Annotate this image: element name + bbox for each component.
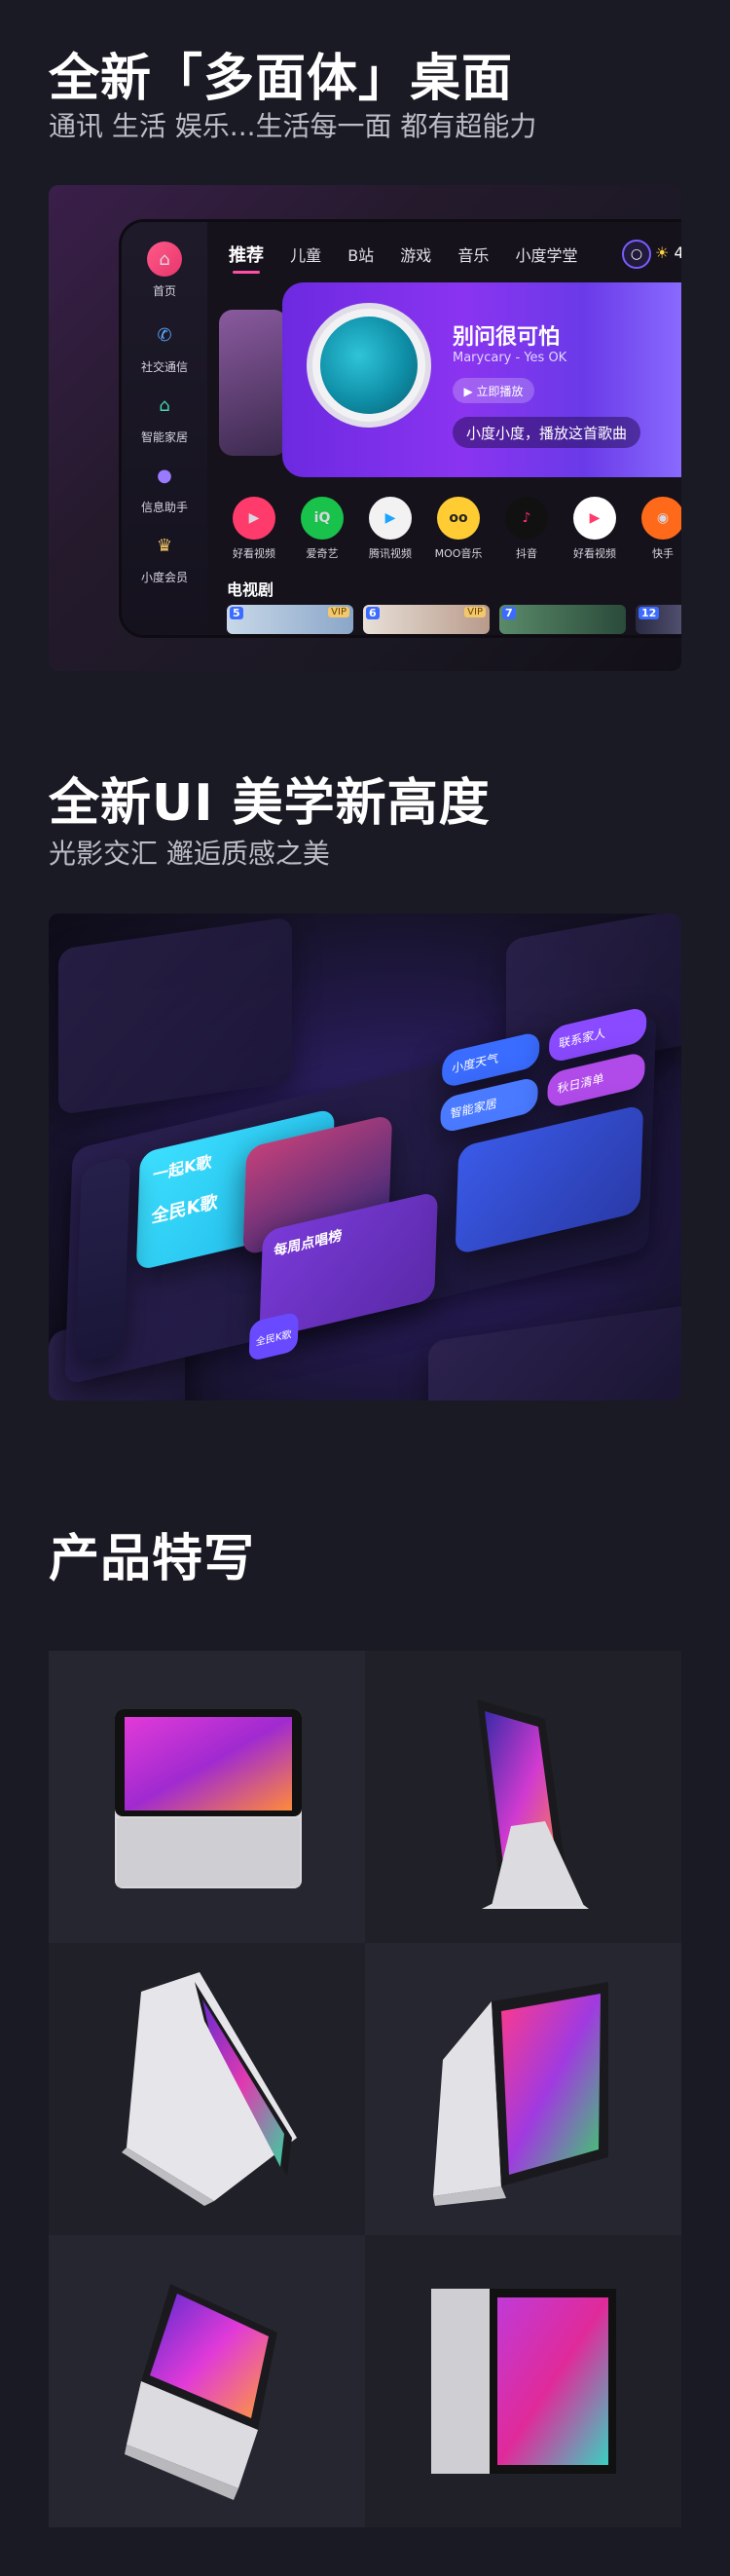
moo-icon: oo: [437, 497, 480, 540]
thumb-number: 12: [639, 607, 660, 619]
crown-icon: ♛: [156, 535, 173, 556]
kuaishou-icon: ◉: [641, 497, 681, 540]
app-haokan-2[interactable]: ▶ 好看视频: [560, 497, 630, 561]
quick-label: 智能家居: [450, 1096, 497, 1121]
vip-badge: VIP: [464, 607, 486, 617]
app-label: MOO音乐: [434, 547, 483, 560]
song-title: 别问很可怕: [453, 325, 561, 350]
phone-icon: ✆: [157, 324, 172, 346]
ui-showcase-panel: 20:30 一起K歌 全民K歌 每周点唱榜 小度天气 联系家人 智能家居 秋日清…: [49, 914, 681, 1400]
sidebar-item-home[interactable]: ⌂ 首页: [122, 242, 207, 299]
hot-chart-title: 每周点唱榜: [273, 1227, 343, 1260]
tv-thumb[interactable]: 6 VIP: [363, 605, 490, 634]
smart-home-icon: ⌂: [159, 394, 170, 416]
tab-recommend[interactable]: 推荐: [229, 245, 264, 266]
speaker-side-illustration: [477, 1699, 589, 1909]
douyin-icon: ♪: [505, 497, 548, 540]
product-photo-side: [365, 1651, 681, 1943]
home-icon: ⌂: [147, 242, 182, 277]
section2-subtitle: 光影交汇 邂逅质感之美: [49, 838, 330, 870]
app-haokan[interactable]: ▶ 好看视频: [219, 497, 289, 561]
tab-games[interactable]: 游戏: [400, 246, 431, 265]
sidebar-item-info[interactable]: ● 信息助手: [122, 458, 207, 515]
product-photo-back: [365, 2235, 681, 2527]
product-photo-right: [365, 1943, 681, 2235]
prev-card[interactable]: [219, 310, 287, 456]
play-now-button[interactable]: ▶ 立即播放: [453, 378, 534, 403]
sun-icon: ☀: [655, 243, 670, 262]
voice-tip: 小度小度，播放这首歌曲: [453, 417, 641, 448]
speaker-top-illustration: [125, 2284, 277, 2500]
device-screen: ⌂ 首页 ✆ 社交通信 ⌂ 智能家居 ● 信息助手 ♛ 小度会员 推荐 儿童 B…: [119, 219, 681, 638]
app-kuaishou[interactable]: ◉ 快手: [628, 497, 681, 561]
play-icon: ▶: [233, 497, 275, 540]
sidebar-item-vip[interactable]: ♛ 小度会员: [122, 528, 207, 585]
ktv-title: 一起K歌: [152, 1151, 212, 1185]
quick-label: 小度天气: [451, 1051, 499, 1076]
tv-thumb[interactable]: 12: [636, 605, 681, 634]
tab-kids[interactable]: 儿童: [290, 246, 321, 265]
sidebar: ⌂ 首页 ✆ 社交通信 ⌂ 智能家居 ● 信息助手 ♛ 小度会员: [122, 222, 207, 635]
app-row: ▶ 好看视频 iQ 爱奇艺 ▶ 腾讯视频 oo MOO音乐 ♪ 抖音 ▶ 好看视频 ◉ 快手: [219, 497, 681, 565]
weather-badge: ☀ 4°: [655, 243, 681, 262]
app-label: 抖音: [516, 547, 537, 560]
app-label: 好看视频: [233, 547, 275, 560]
product-photo-left: [49, 1943, 365, 2235]
speaker-left-illustration: [122, 1972, 297, 2206]
sidebar-item-label: 首页: [152, 284, 176, 298]
tv-thumb[interactable]: 7: [499, 605, 626, 634]
section1-subtitle: 通讯 生活 娱乐...生活每一面 都有超能力: [49, 110, 537, 142]
tab-bilibili[interactable]: B站: [347, 246, 374, 265]
speaker-front-illustration: [115, 1709, 302, 1888]
section3-title: 产品特写: [49, 1530, 256, 1588]
song-artist: Marycary - Yes OK: [453, 351, 567, 365]
bg-card: [58, 916, 292, 1115]
app-label: 好看视频: [573, 547, 616, 560]
section2-title: 全新UI 美学新高度: [49, 774, 491, 833]
vip-badge: VIP: [328, 607, 349, 617]
tv-thumbs: 5 VIP 6 VIP 7 12: [227, 605, 681, 634]
album-disc[interactable]: [307, 303, 431, 428]
app-label: 快手: [652, 547, 674, 560]
app-douyin[interactable]: ♪ 抖音: [492, 497, 562, 561]
speaker-right-illustration: [433, 1982, 608, 2206]
sidebar-item-label: 信息助手: [140, 501, 188, 514]
app-iqiyi[interactable]: iQ 爱奇艺: [287, 497, 357, 561]
thumb-number: 6: [366, 607, 380, 619]
tab-music[interactable]: 音乐: [457, 246, 489, 265]
sidebar-item-label: 社交通信: [140, 360, 188, 374]
speaker-back-illustration: [431, 2289, 616, 2474]
sidebar-item-label: 小度会员: [140, 571, 188, 584]
sidebar-item-social[interactable]: ✆ 社交通信: [122, 317, 207, 375]
sidebar-item-smarthome[interactable]: ⌂ 智能家居: [122, 388, 207, 445]
thumb-number: 7: [502, 607, 516, 619]
karaoke-label: 全民K歌: [151, 1191, 218, 1228]
app-tencent-video[interactable]: ▶ 腾讯视频: [355, 497, 425, 561]
play-icon: ▶: [573, 497, 616, 540]
tab-school[interactable]: 小度学堂: [516, 246, 578, 265]
app-moo-music[interactable]: oo MOO音乐: [423, 497, 493, 561]
product-photo-front: [49, 1651, 365, 1943]
tv-thumb[interactable]: 5 VIP: [227, 605, 353, 634]
top-tabs: 推荐 儿童 B站 游戏 音乐 小度学堂: [229, 242, 600, 271]
section1-title: 全新「多面体」桌面: [49, 50, 514, 108]
search-icon[interactable]: ○: [622, 240, 651, 269]
album-cover: [320, 317, 418, 414]
quick-label: 秋日清单: [557, 1071, 604, 1097]
app-label: 爱奇艺: [306, 547, 339, 560]
chat-icon: ●: [157, 465, 172, 486]
thumb-number: 5: [230, 607, 243, 619]
section-tv-label: 电视剧: [227, 580, 274, 599]
iqiyi-icon: iQ: [301, 497, 344, 540]
desktop-ui-panel: ⌂ 首页 ✆ 社交通信 ⌂ 智能家居 ● 信息助手 ♛ 小度会员 推荐 儿童 B…: [49, 185, 681, 671]
sidebar-item-label: 智能家居: [140, 430, 188, 444]
weather-temp: 4°: [674, 243, 681, 262]
play-icon: ▶: [369, 497, 412, 540]
app-label: 腾讯视频: [369, 547, 412, 560]
product-photo-top: [49, 2235, 365, 2527]
quick-label: 联系家人: [558, 1026, 606, 1051]
showcase-sidebar: [75, 1155, 130, 1363]
